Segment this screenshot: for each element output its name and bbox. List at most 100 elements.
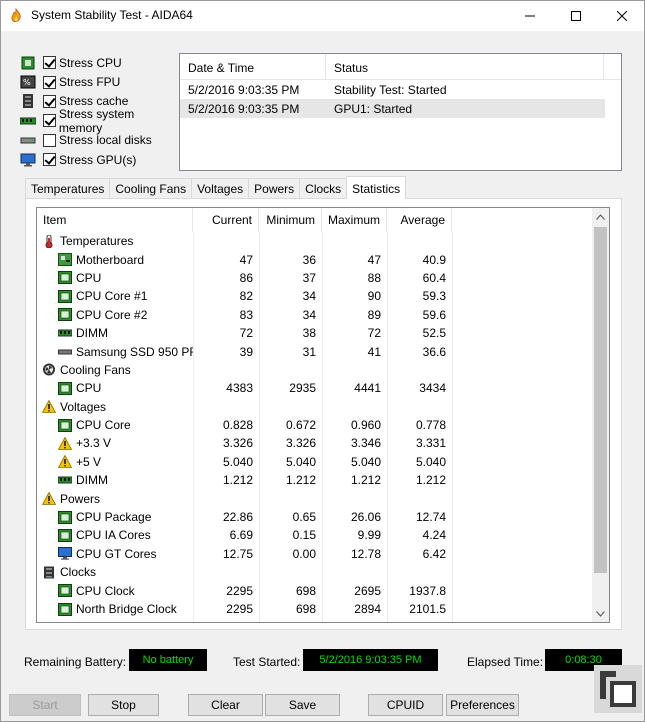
- stats-maximum-cell: 26.06: [350, 510, 381, 525]
- stats-item-label: Samsung SSD 950 PR...: [76, 344, 193, 359]
- stats-minimum-cell: 0.00: [292, 546, 316, 561]
- log-header: Date & Time Status: [180, 54, 621, 80]
- cpu-chip-icon: [58, 418, 72, 432]
- stats-row[interactable]: +3.3 V 3.326 3.326 3.346 3.331: [37, 434, 593, 452]
- stress-checkbox[interactable]: [43, 114, 56, 128]
- scroll-down-button[interactable]: [592, 605, 609, 622]
- stats-current-cell: 0.828: [222, 418, 253, 433]
- tab-clocks[interactable]: Clocks: [299, 178, 348, 199]
- scroll-up-button[interactable]: [592, 208, 609, 225]
- warning-icon: [57, 455, 73, 469]
- scrollbar-thumb[interactable]: [594, 227, 607, 573]
- stats-category-row[interactable]: Temperatures: [37, 232, 593, 250]
- tab-temperatures[interactable]: Temperatures: [25, 178, 111, 199]
- stats-item-label: +3.3 V: [76, 436, 112, 451]
- cpu-icon: [20, 56, 36, 70]
- stats-item-cell: +5 V: [37, 455, 193, 469]
- stats-row[interactable]: DIMM 72 38 72 52.5: [37, 324, 593, 342]
- stats-row[interactable]: CPU 86 37 88 60.4: [37, 269, 593, 287]
- stats-category-row[interactable]: Voltages: [37, 398, 593, 416]
- stats-category-row[interactable]: Cooling Fans: [37, 361, 593, 379]
- window-title: System Stability Test - AIDA64: [31, 8, 193, 22]
- stats-row[interactable]: CPU IA Cores 6.69 0.15 9.99 4.24: [37, 526, 593, 544]
- stats-item-label: CPU GT Cores: [76, 546, 157, 561]
- tab-cooling-fans[interactable]: Cooling Fans: [109, 178, 193, 199]
- stats-item-label: DIMM: [76, 473, 108, 488]
- stats-row[interactable]: Samsung SSD 950 PR... 39 31 41 36.6: [37, 342, 593, 360]
- maximize-icon: [571, 11, 581, 21]
- test-started-display: 5/2/2016 9:03:35 PM: [303, 649, 438, 671]
- stats-item-label: CPU IA Cores: [76, 528, 151, 543]
- stress-options: Stress CPU% Stress FPU Stress cache Stress …: [19, 53, 180, 169]
- stats-row[interactable]: +5 V 5.040 5.040 5.040 5.040: [37, 453, 593, 471]
- stats-row[interactable]: CPU Core 0.828 0.672 0.960 0.778: [37, 416, 593, 434]
- preferences-button[interactable]: Preferences: [446, 694, 519, 716]
- stats-maximum-cell: 9.99: [357, 528, 381, 543]
- stress-checkbox[interactable]: [43, 56, 56, 70]
- stop-button[interactable]: Stop: [88, 694, 159, 716]
- stats-item-label: Voltages: [60, 399, 107, 414]
- stats-maximum-cell: 12.78: [350, 546, 381, 561]
- stats-item-cell: Temperatures: [37, 234, 193, 249]
- col-header-current[interactable]: Current: [193, 208, 259, 232]
- log-header-date[interactable]: Date & Time: [180, 54, 326, 79]
- stats-row[interactable]: CPU Core #1 82 34 90 59.3: [37, 287, 593, 305]
- stats-row[interactable]: CPU GT Cores 12.75 0.00 12.78 6.42: [37, 545, 593, 563]
- stats-item-label: CPU Core #2: [76, 307, 148, 322]
- warning-icon: [41, 491, 57, 506]
- stats-row[interactable]: North Bridge Clock 2295 698 2894 2101.5: [37, 600, 593, 618]
- stats-item-cell: Clocks: [37, 565, 193, 579]
- stress-option[interactable]: Stress system memory: [19, 107, 180, 135]
- stats-average-cell: 12.74: [415, 510, 446, 525]
- tab-strip: Temperatures Cooling Fans Voltages Power…: [25, 176, 407, 199]
- log-row[interactable]: 5/2/2016 9:03:35 PM GPU1: Started: [180, 99, 605, 118]
- col-header-minimum[interactable]: Minimum: [259, 208, 322, 232]
- col-header-item[interactable]: Item: [37, 208, 193, 232]
- vertical-scrollbar[interactable]: [592, 208, 609, 622]
- maximize-button[interactable]: [553, 1, 599, 31]
- warning-icon: [41, 399, 57, 414]
- stats-row[interactable]: CPU Package 22.86 0.65 26.06 12.74: [37, 508, 593, 526]
- stats-category-row[interactable]: Clocks: [37, 563, 593, 581]
- stats-row[interactable]: CPU Core #2 83 34 89 59.6: [37, 306, 593, 324]
- start-button[interactable]: Start: [9, 694, 81, 716]
- clear-button[interactable]: Clear: [188, 694, 263, 716]
- tab-powers[interactable]: Powers: [248, 178, 301, 199]
- stress-checkbox[interactable]: [43, 75, 56, 89]
- stress-checkbox[interactable]: [43, 153, 56, 167]
- stress-option[interactable]: Stress GPU(s): [20, 150, 180, 169]
- stats-current-cell: 2295: [226, 583, 253, 598]
- stats-item-cell: CPU IA Cores: [37, 528, 193, 542]
- stats-row[interactable]: CPU Clock 2295 698 2695 1937.8: [37, 581, 593, 599]
- log-header-status[interactable]: Status: [326, 54, 604, 79]
- stats-category-row[interactable]: Powers: [37, 489, 593, 507]
- cpuid-button[interactable]: CPUID: [368, 694, 443, 716]
- stats-average-cell: 4.24: [422, 528, 446, 543]
- stats-maximum-cell: 88: [367, 270, 381, 285]
- close-button[interactable]: [599, 1, 645, 31]
- save-button[interactable]: Save: [265, 694, 340, 716]
- stats-row[interactable]: Motherboard 47 36 47 40.9: [37, 250, 593, 268]
- stress-option-label: Stress FPU: [59, 75, 121, 90]
- stress-checkbox[interactable]: [43, 94, 56, 108]
- stats-current-cell: 82: [239, 289, 253, 304]
- stats-item-cell: CPU Core #2: [37, 308, 193, 322]
- stats-current-cell: 83: [239, 307, 253, 322]
- log-row[interactable]: 5/2/2016 9:03:35 PM Stability Test: Star…: [180, 80, 621, 99]
- stress-option[interactable]: Stress CPU: [20, 53, 180, 72]
- fpu-icon: %: [20, 75, 36, 89]
- minimize-button[interactable]: [507, 1, 553, 31]
- stats-item-cell: CPU Clock: [37, 584, 193, 598]
- dimm-icon: [57, 474, 73, 487]
- col-header-average[interactable]: Average: [387, 208, 452, 232]
- tab-voltages[interactable]: Voltages: [191, 178, 250, 199]
- stress-checkbox[interactable]: [43, 133, 56, 147]
- col-header-maximum[interactable]: Maximum: [322, 208, 387, 232]
- stress-option[interactable]: % Stress FPU: [20, 72, 180, 91]
- stats-average-cell: 0.778: [415, 418, 446, 433]
- stats-current-cell: 86: [239, 270, 253, 285]
- stats-row[interactable]: DIMM 1.212 1.212 1.212 1.212: [37, 471, 593, 489]
- tab-statistics[interactable]: Statistics: [346, 176, 407, 199]
- stats-row[interactable]: CPU 4383 2935 4441 3434: [37, 379, 593, 397]
- stats-minimum-cell: 698: [295, 583, 316, 598]
